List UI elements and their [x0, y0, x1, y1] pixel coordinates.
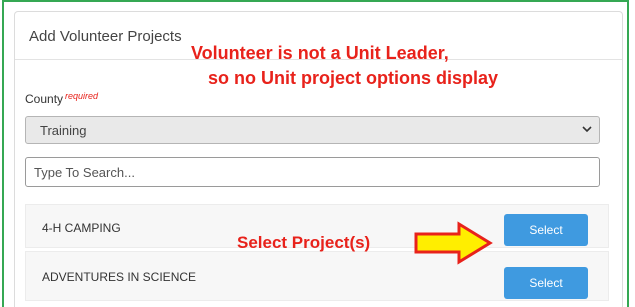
search-input[interactable]: [25, 157, 600, 187]
arrow-right-icon: [414, 221, 493, 265]
county-select-value: Training: [40, 123, 87, 138]
select-button[interactable]: Select: [504, 214, 588, 246]
panel-title: Add Volunteer Projects: [29, 28, 182, 45]
annotation-note-line1: Volunteer is not a Unit Leader,: [191, 43, 449, 63]
project-row: ADVENTURES IN SCIENCE Select: [25, 251, 609, 301]
required-marker: required: [65, 91, 99, 101]
select-button[interactable]: Select: [504, 267, 588, 299]
project-name: ADVENTURES IN SCIENCE: [42, 270, 197, 284]
project-name: 4-H CAMPING: [42, 221, 121, 235]
annotation-note-line2: so no Unit project options display: [208, 68, 499, 88]
county-label-text: County: [25, 92, 64, 106]
chevron-down-icon: [582, 126, 592, 133]
county-select[interactable]: Training: [25, 116, 600, 144]
county-label: County required: [25, 91, 99, 106]
annotation-select-projects: Select Project(s): [237, 233, 371, 252]
